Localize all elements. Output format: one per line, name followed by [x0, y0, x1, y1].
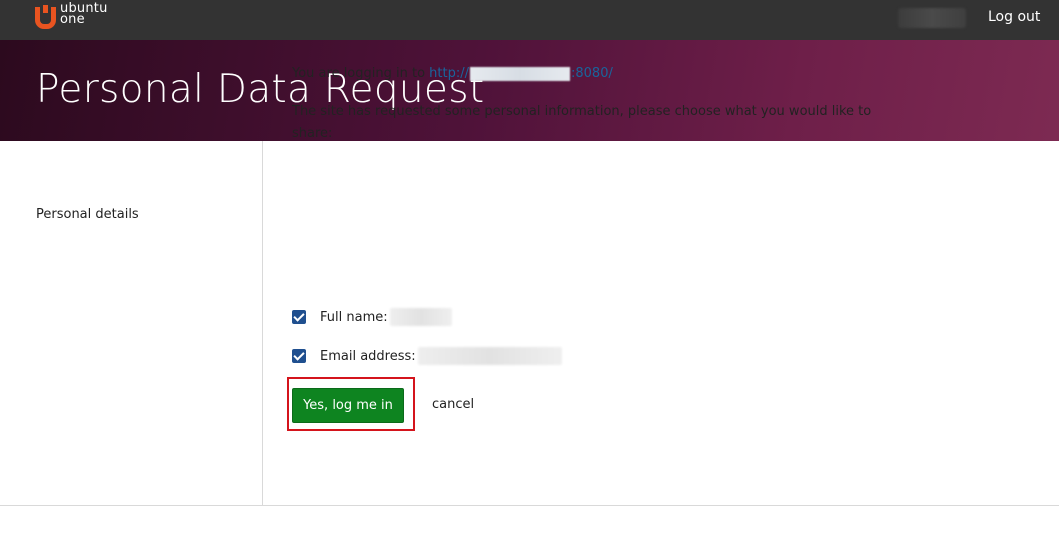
redacted-email: [417, 347, 562, 365]
ubuntu-logo-icon: [35, 3, 56, 30]
request-description: The site has requested some personal inf…: [292, 104, 872, 141]
email-checkbox[interactable]: [292, 349, 306, 363]
email-label: Email address:: [320, 348, 416, 364]
confirm-login-button[interactable]: Yes, log me in: [292, 388, 404, 423]
logout-link[interactable]: Log out: [988, 9, 1040, 25]
logo-text: ubuntu one: [60, 2, 108, 26]
section-label: Personal details: [36, 207, 139, 222]
ubuntu-one-logo[interactable]: ubuntu one: [35, 2, 108, 30]
login-destination-text: You are logging in to http:// :8080/: [292, 66, 613, 81]
top-bar: ubuntu one Log out: [0, 0, 1059, 40]
main-content: Personal details: [0, 141, 1059, 506]
cancel-link[interactable]: cancel: [432, 397, 474, 412]
email-option[interactable]: Email address:: [292, 347, 562, 365]
footer-divider: [0, 505, 1059, 506]
full-name-option[interactable]: Full name:: [292, 308, 452, 326]
column-divider: [262, 141, 263, 506]
redacted-username: [898, 8, 966, 28]
url-start: http://: [429, 66, 469, 81]
full-name-label: Full name:: [320, 309, 388, 325]
redacted-host: [470, 66, 570, 81]
full-name-checkbox[interactable]: [292, 310, 306, 324]
redacted-full-name: [389, 308, 452, 326]
url-end: :8080/: [571, 66, 613, 81]
login-prefix: You are logging in to: [292, 66, 430, 81]
site-url-link[interactable]: http:// :8080/: [429, 66, 613, 81]
